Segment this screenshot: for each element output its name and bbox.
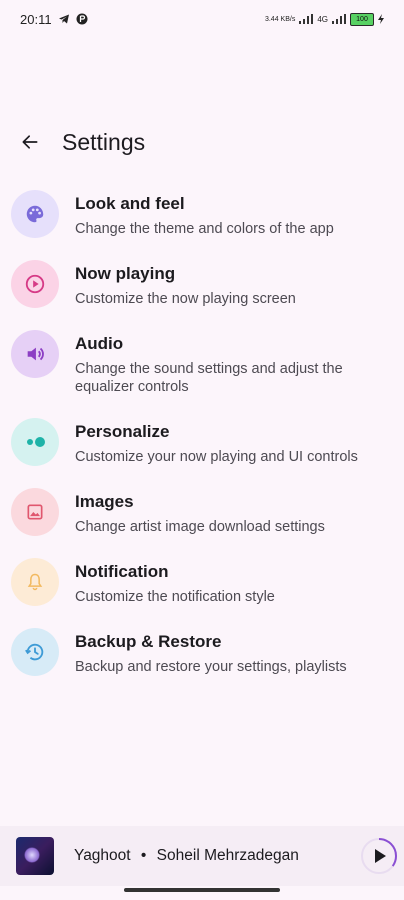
mini-player[interactable]: Yaghoot • Soheil Mehrzadegan (0, 826, 404, 886)
signal-icon-2 (332, 14, 346, 24)
settings-item-description: Customize the notification style (75, 589, 275, 605)
back-button[interactable] (16, 128, 44, 156)
settings-item-backup-restore[interactable]: Backup & Restore Backup and restore your… (0, 622, 404, 682)
play-icon (375, 849, 386, 863)
song-title: Yaghoot (74, 847, 131, 864)
settings-item-description: Change the theme and colors of the app (75, 221, 334, 237)
toggle-icon (27, 437, 45, 447)
arrow-back-icon (22, 135, 38, 149)
icon-circle (11, 418, 59, 466)
top-app-bar: Settings (0, 118, 404, 166)
settings-item-audio[interactable]: Audio Change the sound settings and adju… (0, 324, 404, 402)
settings-item-label: Backup & Restore (75, 632, 222, 651)
icon-circle (11, 628, 59, 676)
settings-item-now-playing[interactable]: Now playing Customize the now playing sc… (0, 254, 404, 314)
album-art[interactable] (16, 837, 54, 875)
now-playing-text[interactable]: Yaghoot • Soheil Mehrzadegan (74, 847, 299, 865)
settings-item-images[interactable]: Images Change artist image download sett… (0, 482, 404, 542)
image-icon (27, 504, 43, 520)
settings-item-description: Customize the now playing screen (75, 291, 296, 307)
settings-item-description: Customize your now playing and UI contro… (75, 449, 358, 465)
settings-item-label: Now playing (75, 264, 176, 283)
status-time: 20:11 (20, 11, 52, 27)
settings-item-description: Change the sound settings and adjust the… (75, 361, 343, 395)
settings-item-description: Change artist image download settings (75, 519, 325, 535)
history-icon (25, 643, 44, 661)
icon-circle (11, 330, 59, 378)
icon-circle (11, 190, 59, 238)
settings-item-personalize[interactable]: Personalize Customize your now playing a… (0, 412, 404, 472)
bell-icon (27, 573, 43, 591)
icon-circle (11, 488, 59, 536)
settings-item-label: Images (75, 492, 134, 511)
net-speed: 3.44 KB/s (264, 15, 296, 23)
settings-item-label: Look and feel (75, 194, 185, 213)
song-artist: Soheil Mehrzadegan (156, 847, 299, 864)
telegram-icon (58, 14, 69, 24)
settings-list: Look and feel Change the theme and color… (0, 184, 404, 682)
page-title: Settings (62, 128, 146, 155)
play-circle-icon (25, 274, 45, 294)
network-type: 4G (317, 14, 328, 24)
play-button[interactable] (360, 837, 398, 875)
progress-ring (361, 838, 397, 874)
signal-icon (299, 14, 314, 24)
palette-icon (26, 205, 44, 223)
icon-circle (11, 260, 59, 308)
settings-item-label: Notification (75, 562, 169, 581)
settings-item-label: Personalize (75, 422, 170, 441)
settings-item-description: Backup and restore your settings, playli… (75, 659, 347, 675)
icon-circle (11, 558, 59, 606)
charging-icon (378, 14, 384, 24)
home-indicator[interactable] (124, 888, 280, 892)
settings-item-look-and-feel[interactable]: Look and feel Change the theme and color… (0, 184, 404, 244)
volume-icon (27, 347, 44, 361)
battery-icon: 100 (350, 12, 374, 26)
status-bar: 20:11 3.44 KB/s 4G 100 (0, 0, 404, 38)
settings-item-notification[interactable]: Notification Customize the notification … (0, 552, 404, 612)
app-notification-icon (76, 13, 88, 25)
settings-item-label: Audio (75, 334, 124, 353)
separator: • (140, 847, 147, 864)
